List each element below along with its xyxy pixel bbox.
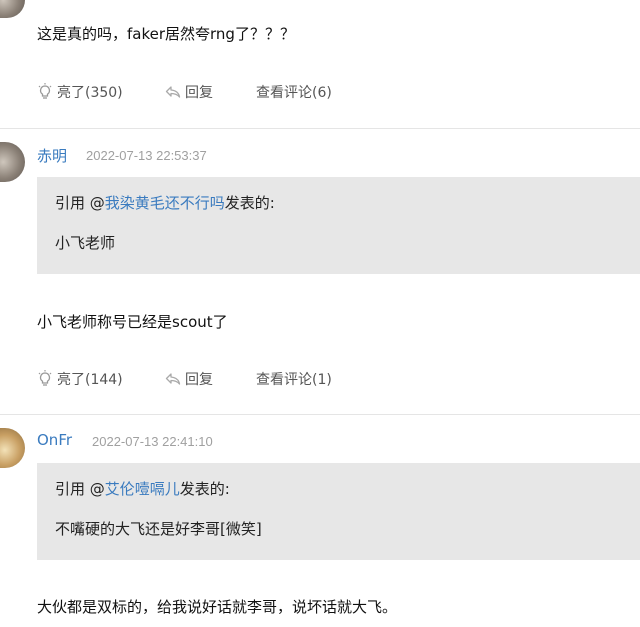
- view-comments-label: 查看评论(6): [256, 85, 332, 101]
- quote-prefix: 引用 @: [55, 194, 105, 212]
- like-label: 亮了(144): [57, 372, 123, 388]
- view-comments-button[interactable]: 查看评论(1): [256, 369, 332, 389]
- quote-suffix: 发表的:: [179, 480, 230, 498]
- reply-label: 回复: [185, 85, 213, 101]
- view-comments-label: 查看评论(1): [256, 372, 332, 388]
- quote-suffix: 发表的:: [224, 194, 275, 212]
- avatar[interactable]: [0, 142, 25, 182]
- like-button[interactable]: 亮了(144): [37, 369, 123, 389]
- reply-button[interactable]: 回复: [165, 369, 213, 389]
- view-comments-button[interactable]: 查看评论(6): [256, 82, 332, 102]
- avatar-prev[interactable]: [0, 0, 25, 18]
- reply-arrow-icon: [165, 84, 181, 100]
- reply-button[interactable]: 回复: [165, 82, 213, 102]
- quote-header: 引用 @我染黄毛还不行吗发表的:: [55, 192, 275, 213]
- quote-text: 不嘴硬的大飞还是好李哥[微笑]: [55, 520, 262, 538]
- comment-text: 小飞老师称号已经是scout了: [37, 313, 228, 331]
- author-name[interactable]: OnFr: [37, 431, 72, 449]
- quote-prefix: 引用 @: [55, 480, 105, 498]
- divider: [0, 414, 640, 415]
- lightbulb-icon: [37, 370, 53, 388]
- quote-user-link[interactable]: 艾伦噎嗝儿: [105, 480, 180, 498]
- quote-header: 引用 @艾伦噎嗝儿发表的:: [55, 478, 230, 499]
- comment-text: 这是真的吗，faker居然夸rng了？？？: [37, 25, 295, 43]
- quote-user-link[interactable]: 我染黄毛还不行吗: [105, 194, 225, 212]
- avatar[interactable]: [0, 428, 25, 468]
- reply-arrow-icon: [165, 371, 181, 387]
- author-name[interactable]: 赤明: [37, 145, 67, 166]
- like-label: 亮了(350): [57, 85, 123, 101]
- quote-text: 小飞老师: [55, 234, 116, 252]
- reply-label: 回复: [185, 372, 213, 388]
- comment-text: 大伙都是双标的，给我说好话就李哥，说坏话就大飞。: [37, 598, 398, 616]
- like-button[interactable]: 亮了(350): [37, 82, 123, 102]
- quote-box: 引用 @艾伦噎嗝儿发表的: 不嘴硬的大飞还是好李哥[微笑]: [37, 463, 640, 560]
- comment-time: 2022-07-13 22:53:37: [86, 148, 207, 163]
- lightbulb-icon: [37, 83, 53, 101]
- divider: [0, 128, 640, 129]
- quote-box: 引用 @我染黄毛还不行吗发表的: 小飞老师: [37, 177, 640, 274]
- comment-time: 2022-07-13 22:41:10: [92, 434, 213, 449]
